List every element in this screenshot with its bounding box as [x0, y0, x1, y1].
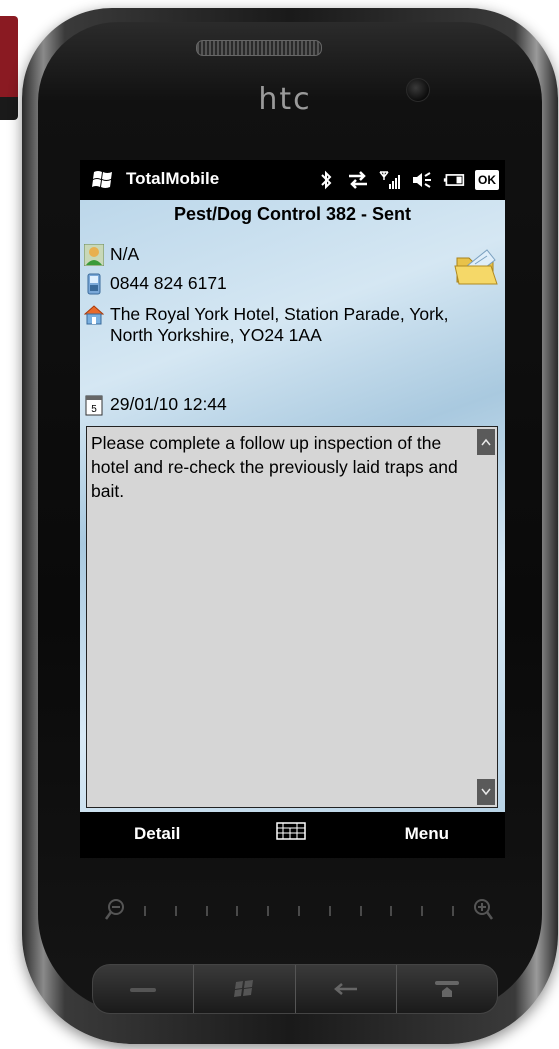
battery-icon[interactable] — [443, 169, 465, 191]
earpiece-speaker — [196, 40, 322, 56]
scroll-down-button[interactable] — [477, 779, 495, 805]
end-call-button[interactable] — [397, 965, 497, 1013]
sync-arrows-icon[interactable] — [347, 169, 369, 191]
svg-text:5: 5 — [91, 404, 97, 415]
status-icons: OK — [315, 168, 499, 192]
status-bar: TotalMobile OK — [80, 160, 505, 200]
address-text: The Royal York Hotel, Station Parade, Yo… — [110, 304, 449, 345]
ok-button[interactable]: OK — [475, 170, 499, 190]
phone-number[interactable]: 0844 824 6171 — [110, 273, 227, 294]
side-tab — [0, 16, 18, 120]
brand-logo: htc — [258, 82, 312, 117]
contact-row: N/A — [84, 244, 139, 266]
bluetooth-icon[interactable] — [315, 169, 337, 191]
zoom-ticks — [144, 906, 454, 920]
screen: TotalMobile OK Pest/Dog Control 382 - Se… — [80, 160, 505, 858]
windows-logo-icon — [234, 980, 254, 997]
phone-row[interactable]: 0844 824 6171 — [84, 273, 227, 295]
datetime-row: 5 29/01/10 12:44 — [84, 394, 227, 416]
person-icon — [84, 244, 104, 266]
zoom-out-icon[interactable] — [104, 898, 126, 922]
volume-icon[interactable] — [411, 169, 433, 191]
house-icon — [84, 305, 104, 325]
zoom-bar[interactable] — [104, 898, 494, 928]
softkey-bar: Detail Menu — [80, 812, 505, 858]
signal-icon[interactable] — [379, 169, 401, 191]
chevron-up-icon — [481, 438, 491, 446]
home-end-icon — [434, 981, 459, 997]
notes-text: Please complete a follow up inspection o… — [91, 433, 458, 501]
scroll-up-button[interactable] — [477, 429, 495, 455]
hardware-buttons — [92, 964, 498, 1014]
app-title: TotalMobile — [126, 169, 220, 188]
menu-softkey[interactable]: Menu — [405, 824, 449, 844]
keyboard-icon[interactable] — [276, 822, 306, 840]
detail-softkey[interactable]: Detail — [134, 824, 180, 844]
back-arrow-icon — [333, 983, 357, 995]
job-detail-panel: Pest/Dog Control 382 - Sent N/A 0844 824… — [80, 200, 505, 812]
mobile-phone-icon — [87, 273, 101, 295]
address-row: The Royal York Hotel, Station Parade, Yo… — [84, 304, 470, 346]
zoom-in-icon[interactable] — [472, 898, 494, 922]
notes-scrollbar[interactable] — [477, 429, 495, 805]
back-button[interactable] — [296, 965, 397, 1013]
start-button[interactable] — [194, 965, 296, 1013]
windows-logo-icon[interactable] — [90, 168, 116, 192]
contact-name: N/A — [110, 244, 140, 264]
call-icon — [130, 988, 157, 992]
call-button[interactable] — [93, 965, 195, 1013]
job-datetime: 29/01/10 12:44 — [110, 394, 227, 414]
chevron-down-icon — [481, 788, 491, 796]
open-folder-icon[interactable] — [453, 244, 499, 290]
notes-textbox[interactable]: Please complete a follow up inspection o… — [86, 426, 498, 808]
job-title: Pest/Dog Control 382 - Sent — [173, 204, 412, 224]
calendar-icon: 5 — [85, 395, 103, 416]
front-camera — [406, 78, 430, 102]
